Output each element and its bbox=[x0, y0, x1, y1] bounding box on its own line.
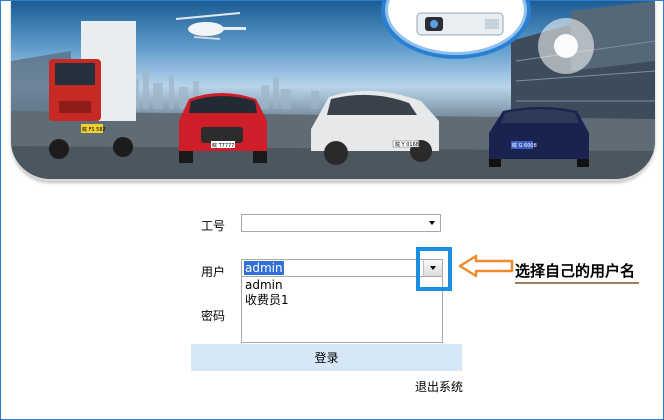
user-option-cashier1[interactable]: 收费员1 bbox=[245, 293, 289, 307]
user-dropdown-list: admin 收费员1 bbox=[241, 276, 443, 343]
white-suv-plate: 皖 Y 0168 bbox=[395, 141, 419, 148]
user-option-admin[interactable]: admin bbox=[245, 278, 283, 292]
login-window: 皖 FS 582 皖 T7777 皖 Y 0168 皖 G 6008 工号 用户… bbox=[0, 0, 664, 420]
header-banner: 皖 FS 582 皖 T7777 皖 Y 0168 皖 G 6008 bbox=[11, 1, 655, 181]
employee-id-combobox[interactable] bbox=[241, 214, 441, 232]
employee-id-dropdown-arrow[interactable] bbox=[424, 215, 440, 231]
left-arrow-icon bbox=[458, 254, 514, 278]
banner-illustration: 皖 FS 582 皖 T7777 皖 Y 0168 皖 G 6008 bbox=[11, 1, 655, 179]
highlight-box bbox=[416, 247, 452, 291]
sedan-plate: 皖 G 6008 bbox=[512, 142, 537, 149]
user-value[interactable]: admin bbox=[244, 261, 284, 275]
password-label: 密码 bbox=[201, 309, 226, 323]
exit-system-link[interactable]: 退出系统 bbox=[415, 378, 463, 395]
login-button[interactable]: 登录 bbox=[191, 344, 462, 371]
user-combobox[interactable]: admin bbox=[241, 259, 443, 277]
chevron-down-icon bbox=[429, 221, 435, 225]
callout-text: 选择自己的用户名 bbox=[515, 262, 636, 280]
red-suv-plate: 皖 T7777 bbox=[212, 142, 234, 149]
callout-underline bbox=[515, 282, 639, 284]
user-label: 用户 bbox=[201, 265, 226, 279]
truck-plate: 皖 FS 582 bbox=[82, 126, 106, 133]
employee-id-label: 工号 bbox=[201, 219, 226, 233]
